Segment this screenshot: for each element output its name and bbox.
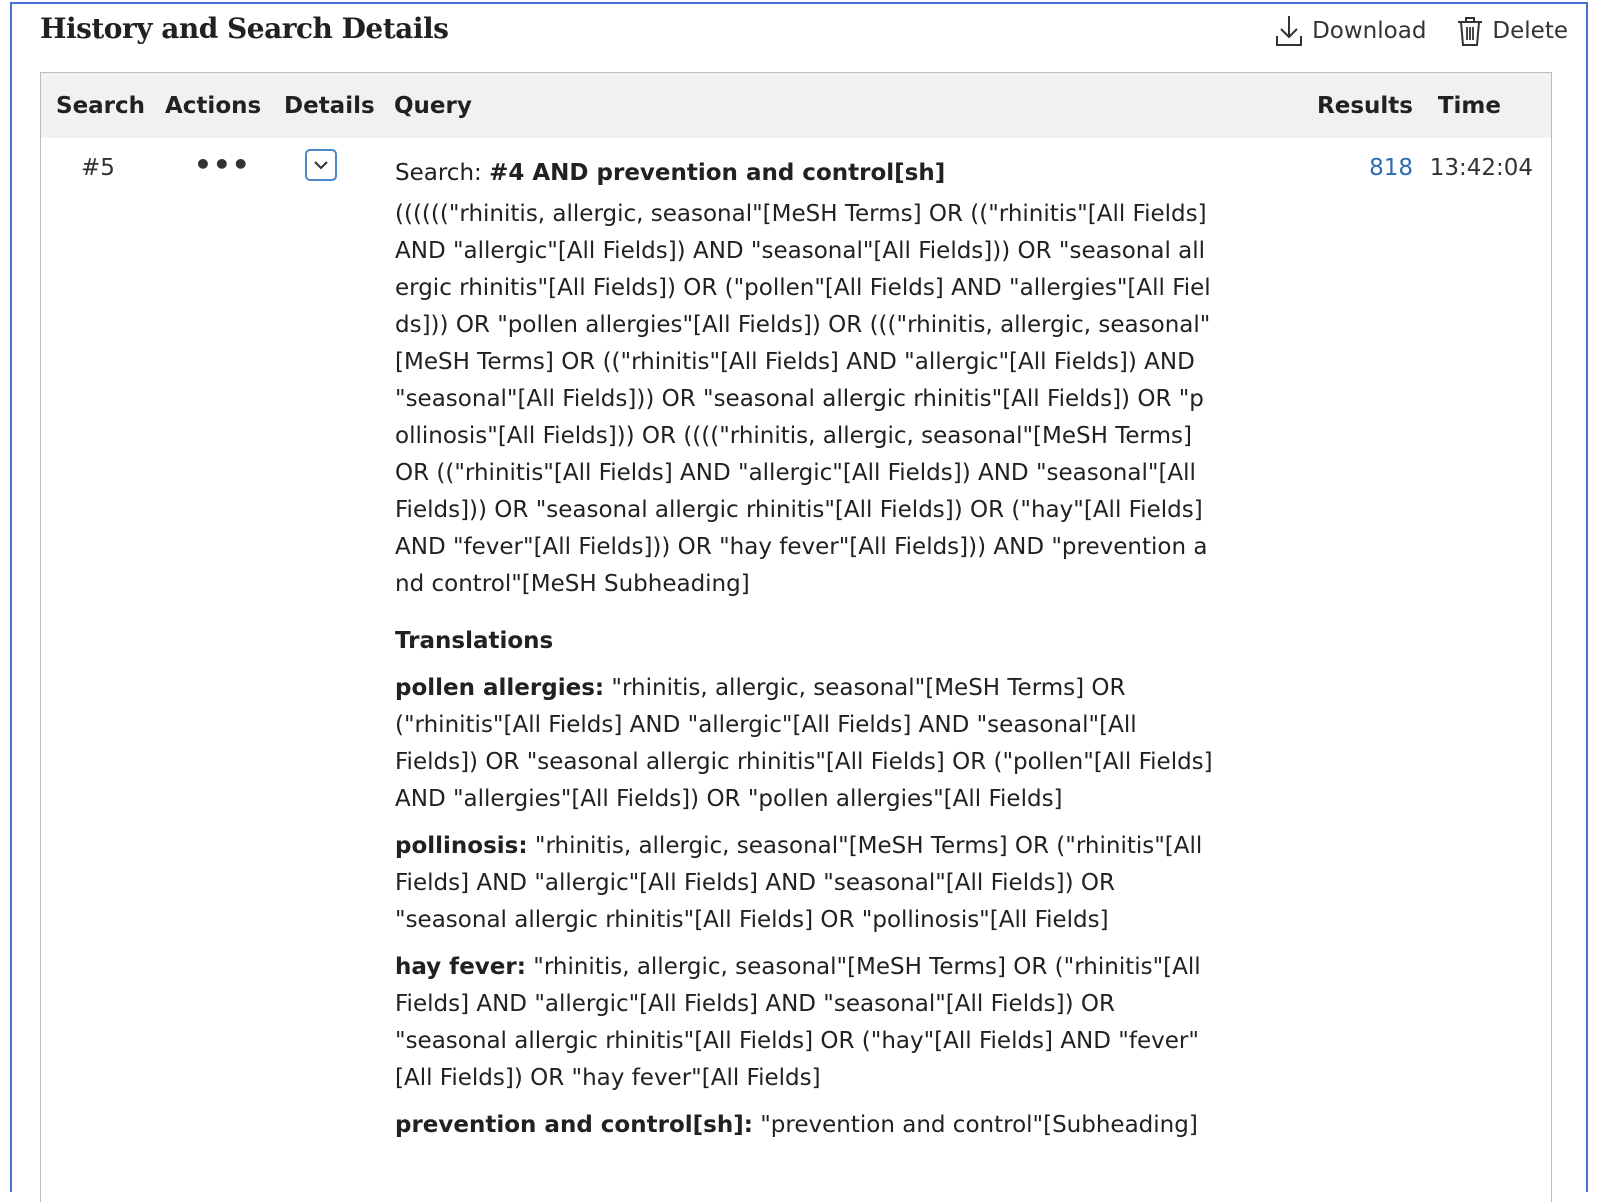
col-query: Query [394, 93, 472, 119]
translation-term: pollen allergies: [395, 675, 605, 701]
translation-item: pollinosis: "rhinitis, allergic, seasona… [395, 828, 1215, 939]
panel-actions: Download Delete [1244, 14, 1568, 48]
delete-label: Delete [1492, 18, 1568, 44]
translation-term: prevention and control[sh]: [395, 1112, 753, 1138]
delete-button[interactable]: Delete [1456, 14, 1568, 48]
history-panel: History and Search Details Download Dele… [10, 2, 1588, 1202]
search-term: #4 AND prevention and control[sh] [489, 160, 946, 186]
section-title: History and Search Details [40, 12, 449, 45]
query-details: (((((("rhinitis, allergic, seasonal"[MeS… [395, 201, 1211, 597]
query-cell: Search: #4 AND prevention and control[sh… [395, 155, 1215, 1154]
download-label: Download [1312, 18, 1427, 44]
translation-text: "prevention and control"[Subheading] [752, 1112, 1198, 1138]
details-toggle-button[interactable] [305, 149, 337, 181]
col-actions: Actions [165, 93, 262, 119]
translation-item: pollen allergies: "rhinitis, allergic, s… [395, 670, 1215, 818]
download-icon [1276, 16, 1303, 46]
translation-term: pollinosis: [395, 833, 528, 859]
translation-term: hay fever: [395, 954, 526, 980]
chevron-down-icon [314, 161, 328, 170]
table-header: Search Actions Details Query Results Tim… [41, 73, 1551, 138]
search-line: Search: #4 AND prevention and control[sh… [395, 155, 1215, 192]
translation-item: hay fever: "rhinitis, allergic, seasonal… [395, 949, 1215, 1097]
col-time: Time [1437, 93, 1501, 119]
download-button[interactable]: Download [1274, 14, 1426, 48]
actions-menu-icon[interactable]: ••• [194, 151, 251, 179]
translation-item: prevention and control[sh]: "prevention … [395, 1107, 1215, 1144]
col-search: Search [56, 93, 146, 119]
trash-icon [1458, 17, 1483, 46]
col-results: Results [1317, 93, 1413, 119]
translations-title: Translations [395, 628, 554, 654]
search-prefix: Search: [395, 160, 490, 186]
search-time: 13:42:04 [1429, 155, 1533, 181]
col-details: Details [284, 93, 375, 119]
search-number: #5 [81, 155, 115, 181]
history-table: Search Actions Details Query Results Tim… [40, 72, 1552, 1202]
results-count-link[interactable]: 818 [1369, 155, 1413, 181]
